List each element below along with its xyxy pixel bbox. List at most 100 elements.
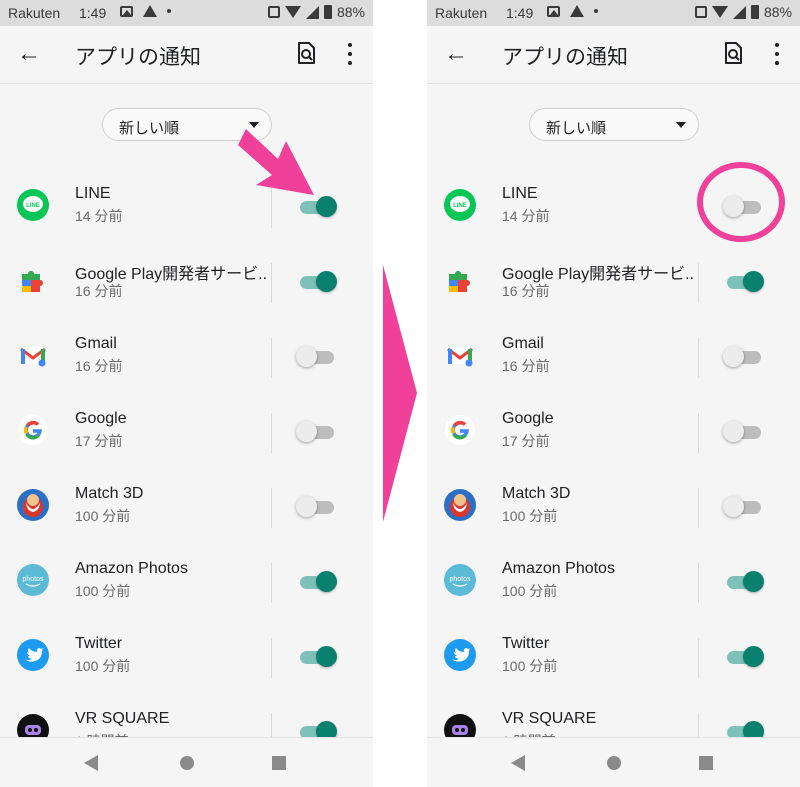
- svg-text:LINE: LINE: [26, 203, 40, 209]
- app-name: Gmail: [502, 335, 544, 352]
- nav-recents-icon[interactable]: [272, 756, 286, 770]
- divider: [271, 263, 272, 303]
- app-name: Match 3D: [75, 485, 144, 502]
- app-name: Gmail: [75, 335, 117, 352]
- arrow-left-icon[interactable]: ←: [443, 41, 469, 67]
- app-row-amazon-photos[interactable]: photos Amazon Photos 100 分前: [427, 547, 800, 622]
- screen-after: Rakuten 1:49 88% ← アプリの通知 新しい順 LINE LINE…: [427, 0, 800, 787]
- app-row-twitter[interactable]: Twitter 100 分前: [427, 622, 800, 697]
- notification-toggle[interactable]: [296, 569, 340, 595]
- app-time: 100 分前: [75, 583, 131, 599]
- app-time: 16 分前: [75, 358, 123, 374]
- app-name: VR SQUARE: [75, 710, 170, 727]
- line-app-icon: LINE: [444, 189, 476, 221]
- divider: [698, 263, 699, 303]
- app-row-gmail[interactable]: Gmail 16 分前: [427, 322, 800, 397]
- nav-back-icon[interactable]: [84, 755, 98, 771]
- divider: [698, 488, 699, 528]
- notification-toggle[interactable]: [296, 494, 340, 520]
- app-name: Twitter: [502, 635, 550, 652]
- nav-recents-icon[interactable]: [699, 756, 713, 770]
- page-title: アプリの通知: [75, 46, 201, 69]
- app-row-google-play-services[interactable]: Google Play開発者サービ.. 16 分前: [427, 247, 800, 322]
- puzzle-icon: [449, 271, 470, 292]
- app-name: LINE: [75, 185, 111, 202]
- carrier-label: Rakuten: [8, 5, 61, 21]
- notification-toggle[interactable]: [296, 269, 340, 295]
- app-time: 100 分前: [75, 508, 131, 524]
- app-row-amazon-photos[interactable]: photos Amazon Photos 100 分前: [0, 547, 373, 622]
- divider: [271, 638, 272, 678]
- app-row-gmail[interactable]: Gmail 16 分前: [0, 322, 373, 397]
- clock: 1:49: [79, 5, 107, 21]
- google-icon: [18, 415, 48, 445]
- signal-icon: [732, 5, 746, 19]
- sort-dropdown[interactable]: 新しい順: [529, 108, 699, 141]
- page-title: アプリの通知: [502, 46, 628, 69]
- notification-toggle[interactable]: [296, 644, 340, 670]
- notification-toggle[interactable]: [723, 644, 767, 670]
- app-row-google[interactable]: Google 17 分前: [427, 397, 800, 472]
- app-name: Twitter: [75, 635, 123, 652]
- dot-icon: [167, 9, 171, 13]
- app-row-google[interactable]: Google 17 分前: [0, 397, 373, 472]
- divider: [698, 338, 699, 378]
- divider: [271, 413, 272, 453]
- notification-toggle[interactable]: [723, 494, 767, 520]
- vibrate-icon: [267, 6, 280, 18]
- line-app-icon: LINE: [17, 189, 49, 221]
- more-vert-icon[interactable]: [340, 40, 360, 68]
- system-nav-bar: [427, 737, 800, 787]
- app-name: VR SQUARE: [502, 710, 597, 727]
- svg-text:photos: photos: [449, 576, 471, 583]
- vibrate-icon: [694, 6, 707, 18]
- status-bar: Rakuten 1:49 88%: [0, 0, 373, 26]
- nav-home-icon[interactable]: [180, 756, 194, 770]
- divider: [698, 563, 699, 603]
- app-time: 16 分前: [502, 283, 550, 299]
- divider: [698, 413, 699, 453]
- amazon-photos-icon: photos: [17, 564, 49, 596]
- nav-back-icon[interactable]: [511, 755, 525, 771]
- arrow-left-icon[interactable]: ←: [16, 41, 42, 67]
- highlight-circle-icon: [697, 162, 785, 242]
- caret-down-icon: [676, 122, 686, 128]
- status-bar: Rakuten 1:49 88%: [427, 0, 800, 26]
- app-row-twitter[interactable]: Twitter 100 分前: [0, 622, 373, 697]
- search-settings-icon[interactable]: [723, 42, 743, 64]
- app-row-match-3d[interactable]: Match 3D 100 分前: [427, 472, 800, 547]
- match-3d-icon: [444, 489, 476, 521]
- match-3d-icon: [17, 489, 49, 521]
- gmail-icon: [447, 347, 473, 367]
- notification-icons: [547, 5, 598, 17]
- sort-selected: 新しい順: [546, 120, 607, 137]
- app-time: 17 分前: [502, 433, 550, 449]
- wifi-icon: [284, 6, 301, 18]
- notification-toggle[interactable]: [723, 269, 767, 295]
- notification-toggle[interactable]: [296, 344, 340, 370]
- divider: [271, 563, 272, 603]
- nav-home-icon[interactable]: [607, 756, 621, 770]
- more-vert-icon[interactable]: [767, 40, 787, 68]
- pointer-arrow-icon: [238, 129, 314, 195]
- notification-toggle[interactable]: [296, 419, 340, 445]
- app-row-match-3d[interactable]: Match 3D 100 分前: [0, 472, 373, 547]
- svg-text:LINE: LINE: [453, 203, 467, 209]
- battery-icon: [750, 5, 759, 19]
- image-icon: [120, 5, 133, 17]
- app-time: 16 分前: [502, 358, 550, 374]
- divider: [271, 338, 272, 378]
- app-name: Amazon Photos: [502, 560, 615, 577]
- screen-before: Rakuten 1:49 88% ← アプリの通知 新しい順 LINE LINE…: [0, 0, 373, 787]
- app-row-google-play-services[interactable]: Google Play開発者サービ.. 16 分前: [0, 247, 373, 322]
- wifi-icon: [711, 6, 728, 18]
- notification-toggle[interactable]: [723, 344, 767, 370]
- notification-toggle[interactable]: [723, 419, 767, 445]
- search-settings-icon[interactable]: [296, 42, 316, 64]
- warning-icon: [143, 5, 157, 17]
- notification-toggle[interactable]: [723, 569, 767, 595]
- battery-percent: 88%: [336, 4, 365, 20]
- app-time: 16 分前: [75, 283, 123, 299]
- image-icon: [547, 5, 560, 17]
- app-bar: ← アプリの通知: [0, 26, 373, 84]
